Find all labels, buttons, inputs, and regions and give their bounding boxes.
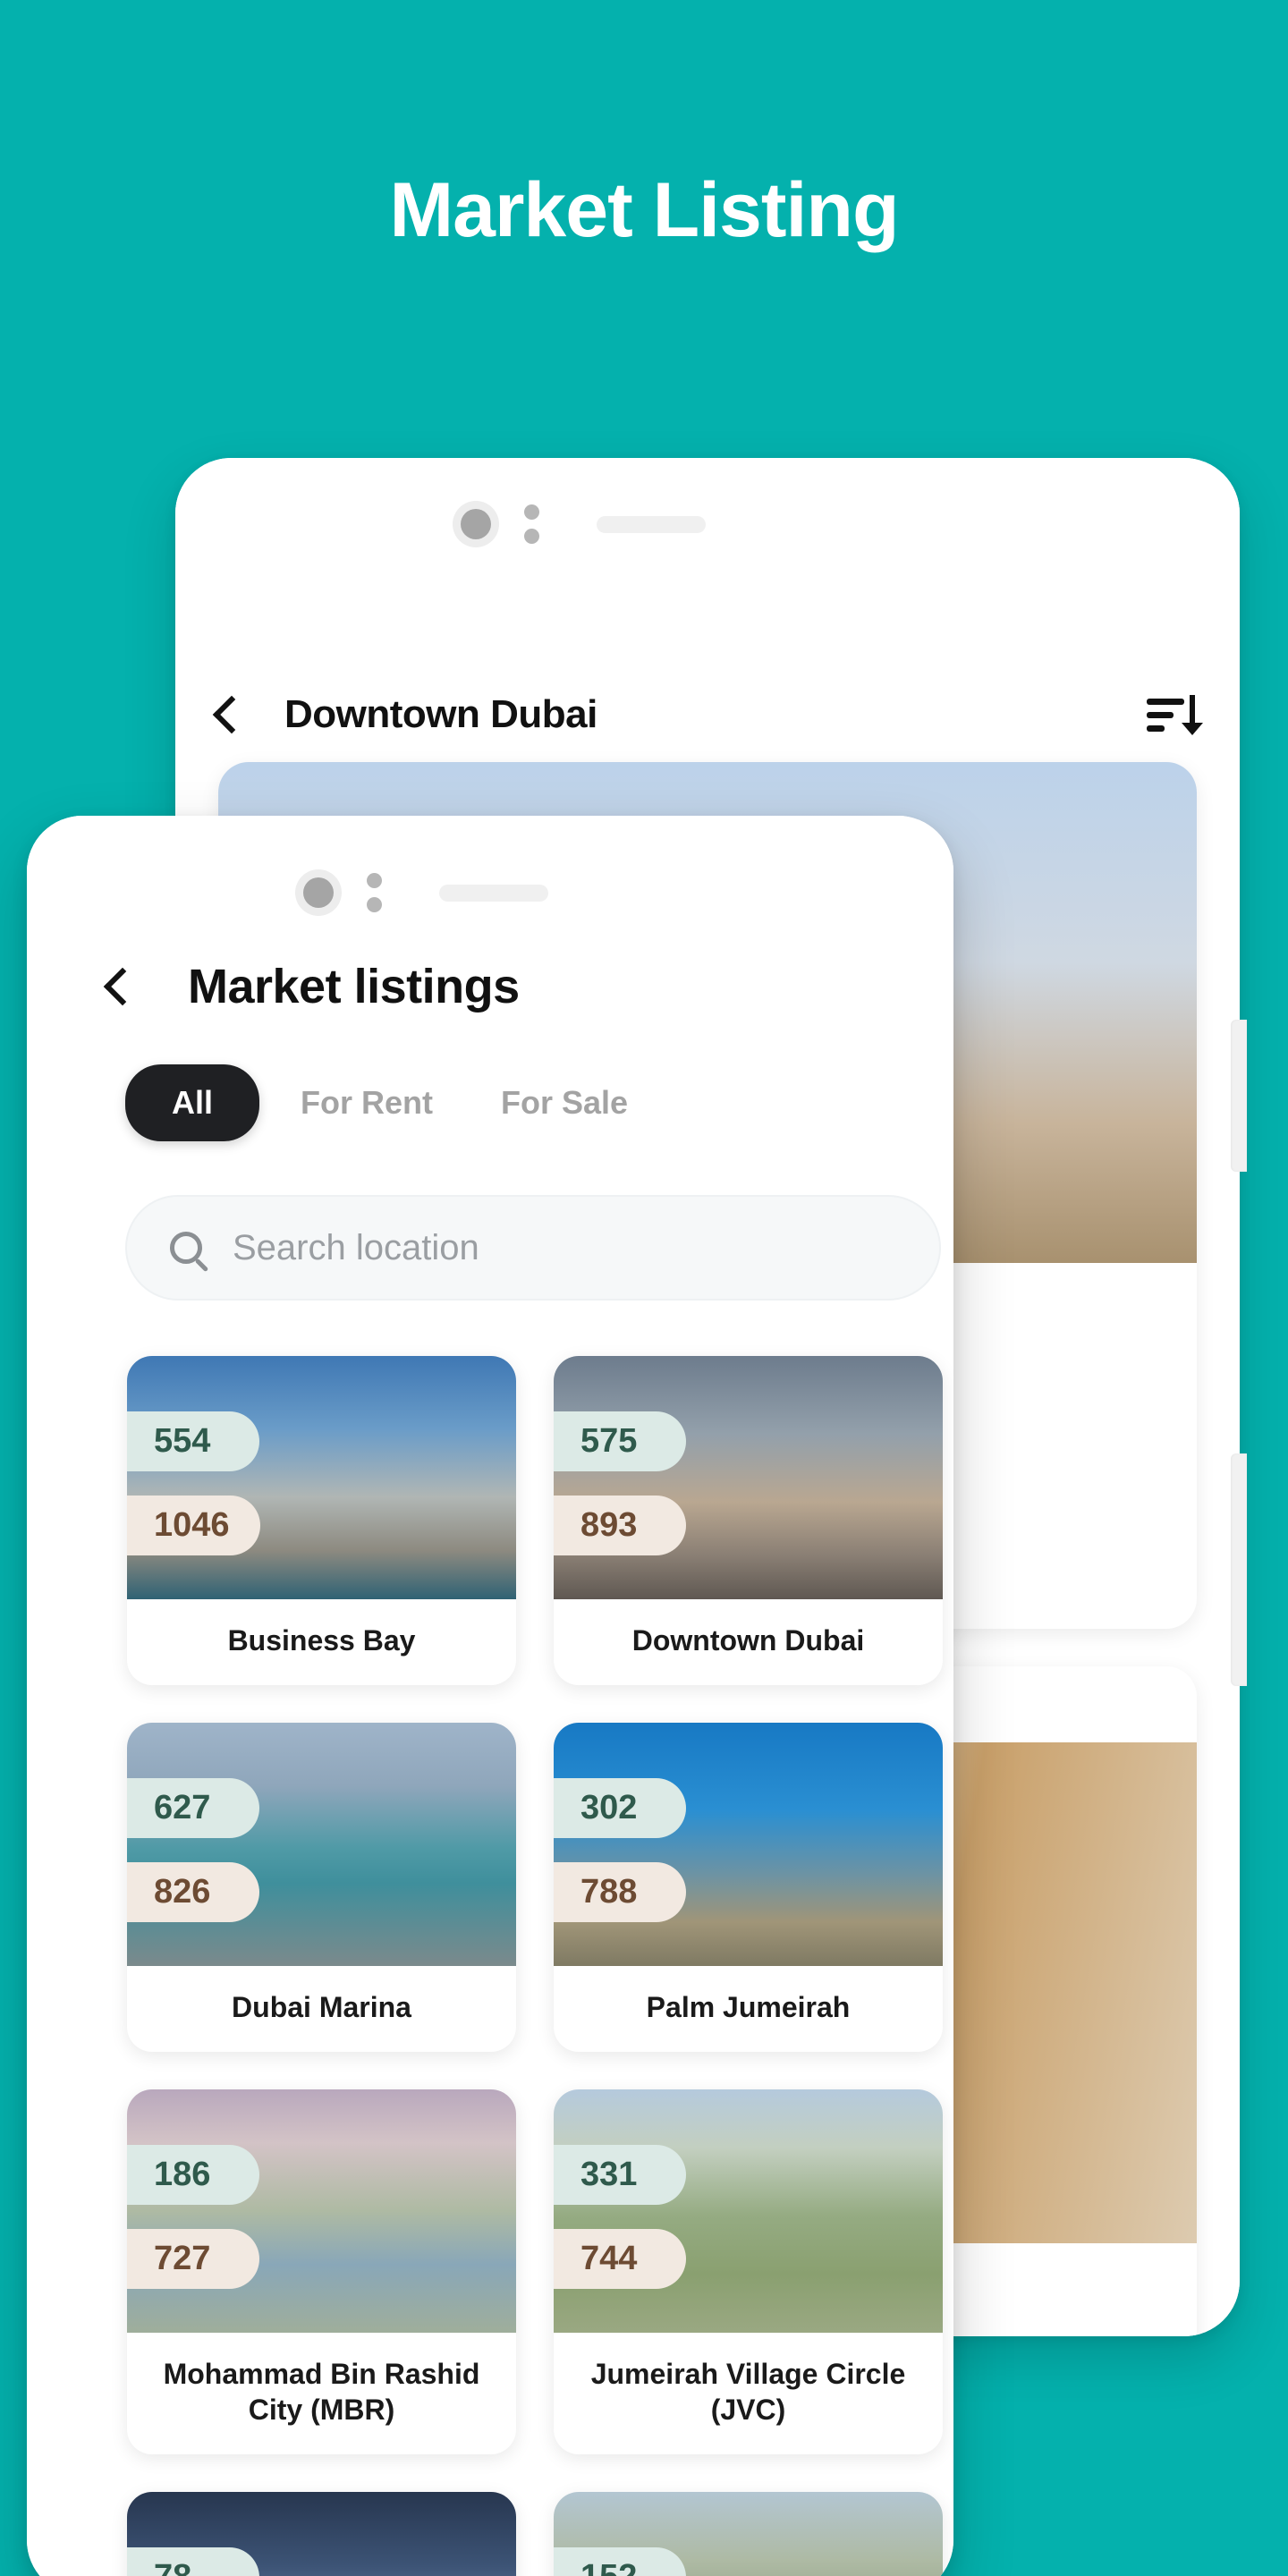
location-photo: 302 788 bbox=[554, 1723, 943, 1966]
back-phone-header: Downtown Dubai bbox=[175, 565, 1240, 737]
location-photo: 186 727 bbox=[127, 2089, 516, 2333]
earpiece-speaker bbox=[597, 515, 706, 533]
sort-descending-icon[interactable] bbox=[1147, 695, 1203, 735]
tab-for-rent[interactable]: For Rent bbox=[274, 1084, 460, 1122]
phone-mockup-front: Market listings All For Rent For Sale Se… bbox=[27, 816, 953, 2576]
front-phone-screen: Market listings All For Rent For Sale Se… bbox=[27, 816, 953, 2576]
phone-volume-button[interactable] bbox=[1231, 1453, 1247, 1686]
location-photo: 152 bbox=[554, 2492, 943, 2576]
location-photo: 331 744 bbox=[554, 2089, 943, 2333]
search-icon bbox=[170, 1232, 202, 1264]
location-name: Jumeirah Village Circle (JVC) bbox=[590, 2358, 906, 2426]
chevron-left-icon[interactable] bbox=[103, 967, 142, 1006]
location-card[interactable]: 627 826 Dubai Marina bbox=[127, 1723, 516, 2052]
sale-count-badge: 727 bbox=[127, 2229, 259, 2289]
rent-count-badge: 331 bbox=[554, 2145, 686, 2205]
rent-count-badge: 554 bbox=[127, 1411, 259, 1471]
location-name: Mohammad Bin Rashid City (MBR) bbox=[163, 2358, 480, 2426]
location-photo: 575 893 bbox=[554, 1356, 943, 1599]
location-photo: 78 bbox=[127, 2492, 516, 2576]
sale-count-badge: 893 bbox=[554, 1496, 686, 1555]
sale-count-badge: 744 bbox=[554, 2229, 686, 2289]
location-card[interactable]: 554 1046 Business Bay bbox=[127, 1356, 516, 1685]
location-name: Palm Jumeirah bbox=[646, 1991, 851, 2023]
phone-chrome-front bbox=[295, 869, 548, 916]
rent-count-badge: 78 bbox=[127, 2547, 259, 2576]
search-placeholder: Search location bbox=[233, 1227, 479, 1267]
location-card[interactable]: 152 bbox=[554, 2492, 943, 2576]
rent-count-badge: 302 bbox=[554, 1778, 686, 1838]
location-card[interactable]: 78 bbox=[127, 2492, 516, 2576]
location-name: Downtown Dubai bbox=[631, 1624, 865, 1657]
page-heading: Market listings bbox=[188, 960, 520, 1013]
page-title: Market Listing bbox=[389, 167, 900, 253]
rent-count-badge: 627 bbox=[127, 1778, 259, 1838]
sale-count-badge: 788 bbox=[554, 1862, 686, 1922]
location-name: Business Bay bbox=[227, 1624, 416, 1657]
sale-count-badge: 1046 bbox=[127, 1496, 260, 1555]
tab-all[interactable]: All bbox=[125, 1064, 260, 1141]
rent-count-badge: 152 bbox=[554, 2547, 686, 2576]
tab-for-sale[interactable]: For Sale bbox=[474, 1084, 655, 1122]
front-camera-icon bbox=[453, 501, 499, 547]
chevron-left-icon[interactable] bbox=[212, 695, 251, 734]
location-photo: 554 1046 bbox=[127, 1356, 516, 1599]
sensor-dots-icon bbox=[367, 873, 382, 912]
location-grid: 554 1046 Business Bay 575 893 Downtown D… bbox=[127, 1356, 943, 2576]
back-phone-page-title: Downtown Dubai bbox=[284, 692, 597, 736]
sale-count-badge: 826 bbox=[127, 1862, 259, 1922]
location-card[interactable]: 331 744 Jumeirah Village Circle (JVC) bbox=[554, 2089, 943, 2454]
location-name: Dubai Marina bbox=[232, 1991, 411, 2023]
location-card[interactable]: 302 788 Palm Jumeirah bbox=[554, 1723, 943, 2052]
location-card[interactable]: 575 893 Downtown Dubai bbox=[554, 1356, 943, 1685]
sensor-dots-icon bbox=[524, 504, 539, 544]
search-input[interactable]: Search location bbox=[125, 1195, 941, 1301]
phone-chrome-back bbox=[453, 501, 706, 547]
rent-count-badge: 575 bbox=[554, 1411, 686, 1471]
earpiece-speaker bbox=[439, 884, 548, 902]
rent-count-badge: 186 bbox=[127, 2145, 259, 2205]
front-camera-icon bbox=[295, 869, 342, 916]
location-photo: 627 826 bbox=[127, 1723, 516, 1966]
listing-type-tabs: All For Rent For Sale bbox=[27, 1014, 953, 1141]
phone-side-button[interactable] bbox=[1231, 1020, 1247, 1172]
location-card[interactable]: 186 727 Mohammad Bin Rashid City (MBR) bbox=[127, 2089, 516, 2454]
